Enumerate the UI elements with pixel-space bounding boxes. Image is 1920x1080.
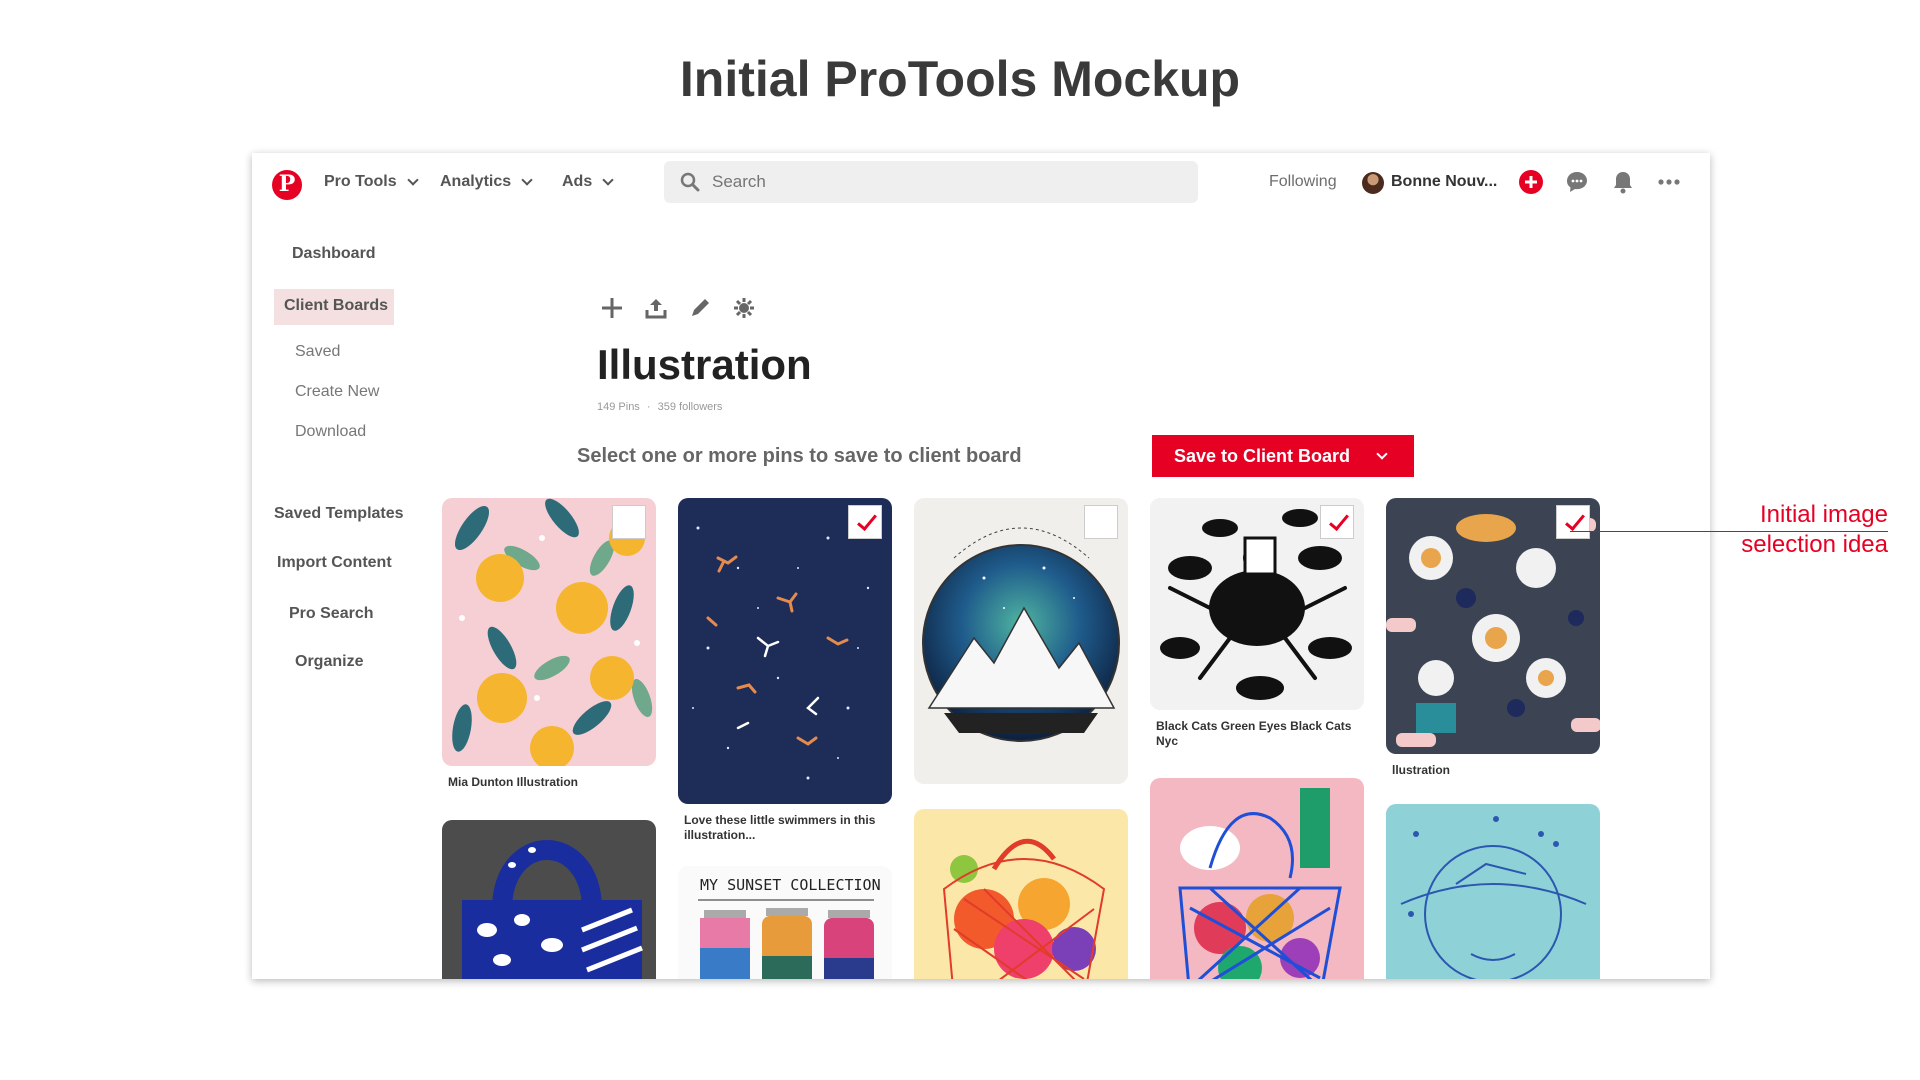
stats-separator: ·	[646, 401, 651, 413]
save-to-client-board-button[interactable]: Save to Client Board	[1152, 435, 1414, 477]
menu-analytics[interactable]: Analytics	[440, 173, 533, 191]
menu-pro-tools[interactable]: Pro Tools	[324, 173, 419, 191]
settings-icon[interactable]	[729, 293, 759, 323]
pin-image[interactable]	[1386, 804, 1600, 979]
pin-image[interactable]	[678, 498, 892, 804]
board-stats: 149 Pins · 359 followers	[597, 401, 722, 413]
app-window: P Pro Tools Analytics Ads Following Bonn…	[252, 153, 1710, 979]
chevron-down-icon	[406, 173, 419, 186]
search-bar[interactable]	[664, 161, 1198, 203]
pin-select-checkbox[interactable]	[1556, 505, 1590, 539]
tote-bag-illustration	[462, 840, 643, 979]
pin-image[interactable]	[1150, 778, 1364, 979]
jar-pin-text: MY SUNSET COLLECTION	[700, 876, 881, 894]
sidebar-subitem-saved[interactable]: Saved	[295, 343, 340, 361]
chevron-down-icon	[1376, 448, 1388, 460]
sidebar-item-organize[interactable]: Organize	[295, 653, 363, 671]
pencil-icon[interactable]	[685, 293, 715, 323]
pin-caption: Love these little swimmers in this illus…	[684, 813, 876, 842]
more-icon[interactable]	[1656, 169, 1682, 195]
follower-count[interactable]: 359 followers	[658, 401, 723, 413]
pin-image[interactable]: MY SUNSET COLLECTION	[678, 866, 892, 979]
avatar[interactable]	[1362, 172, 1384, 194]
pin-select-checkbox[interactable]	[848, 505, 882, 539]
search-icon	[680, 172, 700, 192]
sidebar-item-import-content[interactable]: Import Content	[277, 554, 392, 572]
selection-prompt: Select one or more pins to save to clien…	[577, 445, 1022, 467]
pin-caption: Black Cats Green Eyes Black Cats Nyc	[1156, 719, 1352, 748]
fruit-bag-illustration	[942, 838, 1106, 979]
pin-image[interactable]	[442, 820, 656, 979]
plus-icon[interactable]	[597, 293, 627, 323]
pin-count: 149 Pins	[597, 401, 640, 413]
pin-caption: Mia Dunton Illustration	[448, 775, 578, 789]
username[interactable]: Bonne Nouv...	[1391, 173, 1497, 191]
menu-ads[interactable]: Ads	[562, 173, 614, 191]
pin-select-checkbox[interactable]	[1320, 505, 1354, 539]
upload-icon[interactable]	[641, 293, 671, 323]
top-nav: P Pro Tools Analytics Ads Following Bonn…	[252, 153, 1710, 213]
mountain-galaxy-illustration	[922, 527, 1120, 742]
pin-caption: llustration	[1392, 763, 1451, 777]
pin-select-checkbox[interactable]	[1084, 505, 1118, 539]
pin-image[interactable]	[914, 809, 1128, 979]
plus-circle-icon[interactable]	[1518, 169, 1544, 195]
dreaming-planet-illustration	[1400, 816, 1587, 979]
following-link[interactable]: Following	[1269, 173, 1337, 191]
sidebar-item-pro-search[interactable]: Pro Search	[289, 605, 373, 623]
board-toolbar	[597, 293, 759, 323]
search-input[interactable]	[712, 169, 1172, 195]
slide-title: Initial ProTools Mockup	[679, 51, 1241, 107]
pin-image[interactable]	[914, 498, 1128, 784]
sidebar-item-client-boards[interactable]: Client Boards	[284, 297, 388, 315]
chat-icon[interactable]	[1564, 169, 1590, 195]
swimmers-illustration	[692, 526, 870, 780]
chevron-down-icon	[602, 173, 614, 186]
sidebar-subitem-create-new[interactable]: Create New	[295, 383, 379, 401]
annotation-text: Initial image selection idea	[1741, 501, 1888, 558]
pinterest-logo[interactable]: P	[272, 170, 302, 200]
sidebar-item-dashboard[interactable]: Dashboard	[292, 245, 376, 263]
net-bag-illustration	[1178, 788, 1342, 979]
board-title: Illustration	[597, 341, 812, 388]
sidebar-subitem-download[interactable]: Download	[295, 423, 366, 441]
sidebar-item-saved-templates[interactable]: Saved Templates	[274, 505, 404, 523]
chevron-down-icon	[521, 173, 533, 186]
bell-icon[interactable]	[1610, 169, 1636, 195]
pin-select-checkbox[interactable]	[612, 505, 646, 539]
